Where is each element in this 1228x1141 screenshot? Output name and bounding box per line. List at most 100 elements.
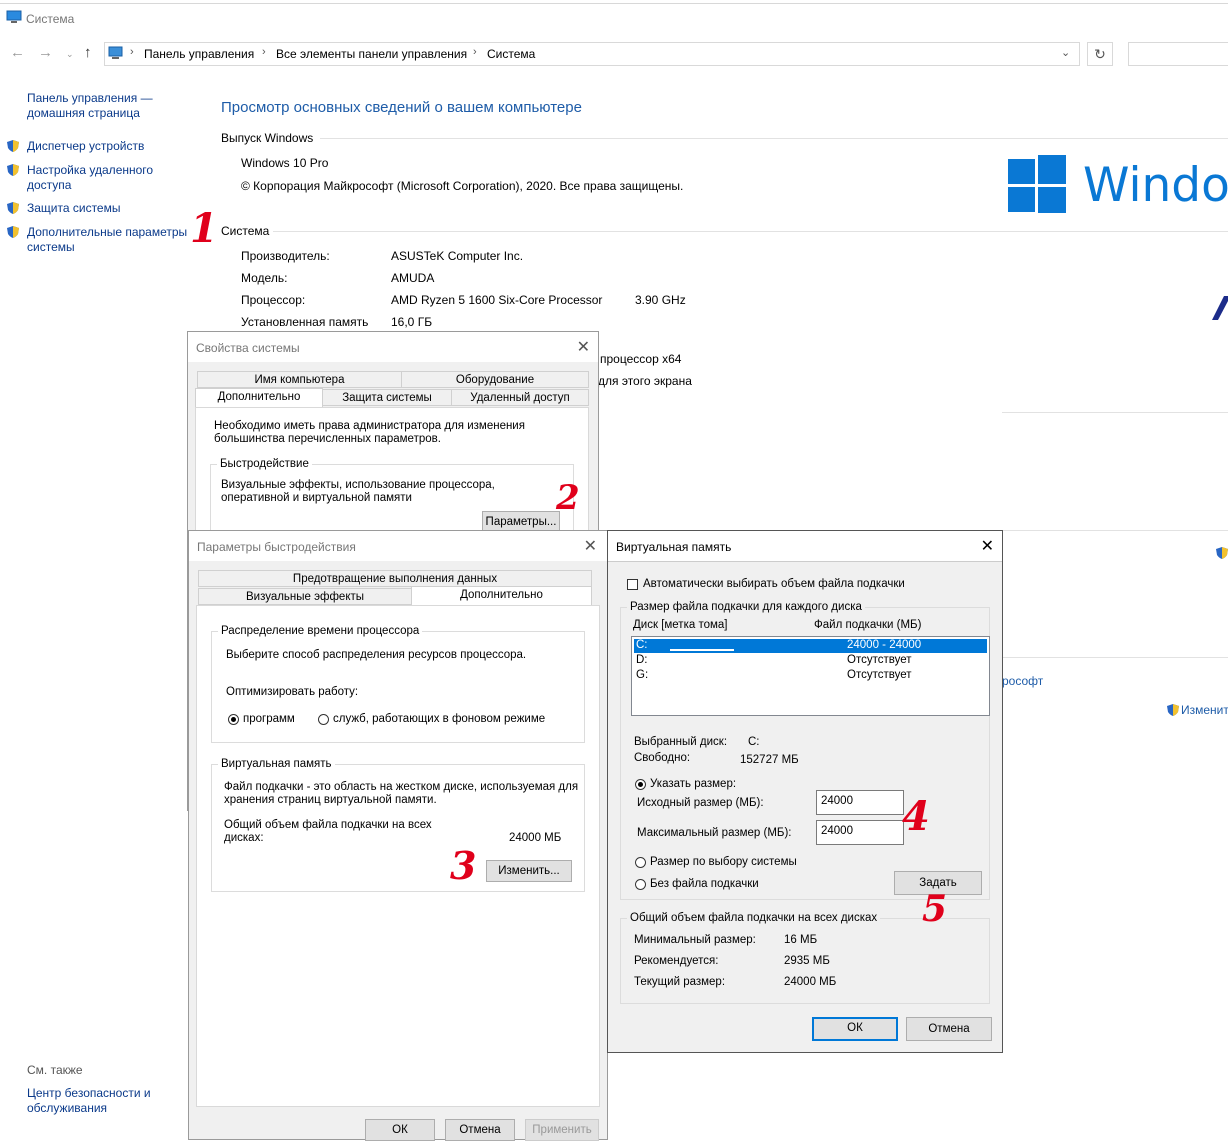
auto-manage-label: Автоматически выбирать объем файла подка… bbox=[643, 578, 905, 590]
drive-letter: C: bbox=[636, 639, 648, 651]
optimize-label: Оптимизировать работу: bbox=[226, 686, 359, 698]
oem-logo-icon bbox=[1212, 296, 1228, 320]
radio-programs[interactable] bbox=[228, 714, 239, 725]
radio-services-label: служб, работающих в фоновом режиме bbox=[333, 713, 546, 725]
edition-header: Выпуск Windows bbox=[221, 131, 314, 145]
initial-size-label: Исходный размер (МБ): bbox=[637, 797, 764, 809]
system-header: Система bbox=[221, 224, 270, 238]
change-key-link[interactable]: Изменить bbox=[1181, 703, 1228, 717]
radio-services[interactable] bbox=[318, 714, 329, 725]
virtual-memory-group: Виртуальная память Файл подкачки - это о… bbox=[211, 758, 585, 892]
microsoft-terms-link[interactable]: рософт bbox=[1002, 674, 1043, 688]
performance-settings-button[interactable]: Параметры... bbox=[482, 511, 560, 532]
sidebar-item-protection[interactable]: Защита системы bbox=[27, 201, 197, 216]
copyright-text: © Корпорация Майкрософт (Microsoft Corpo… bbox=[241, 179, 684, 193]
dialog-title-bar: Виртуальная память ✕ bbox=[608, 531, 1002, 562]
system-type-partial: процессор x64 bbox=[600, 352, 682, 366]
ok-button[interactable]: ОК bbox=[812, 1017, 898, 1041]
page-title: Просмотр основных сведений о вашем компь… bbox=[221, 99, 582, 116]
drive-list[interactable]: C: 24000 - 24000 D: Отсутствует G: Отсут… bbox=[631, 636, 990, 716]
dialog-title: Виртуальная память bbox=[616, 540, 732, 554]
sidebar-item-device-manager[interactable]: Диспетчер устройств bbox=[27, 139, 197, 154]
tab-remote[interactable]: Удаленный доступ bbox=[451, 389, 589, 406]
radio-custom-size[interactable] bbox=[635, 779, 646, 790]
max-size-input[interactable]: 24000 bbox=[816, 820, 904, 845]
tab-panel: Распределение времени процессора Выберит… bbox=[196, 605, 600, 1107]
min-size-value: 16 МБ bbox=[784, 934, 818, 946]
cpu-desc: Выберите способ распределения ресурсов п… bbox=[226, 649, 527, 661]
sidebar-item-advanced[interactable]: Дополнительные параметры системы bbox=[27, 225, 192, 255]
close-icon[interactable]: ✕ bbox=[584, 536, 597, 556]
col-size-header: Файл подкачки (МБ) bbox=[814, 619, 922, 631]
address-dropdown-icon[interactable]: ⌄ bbox=[1061, 46, 1070, 59]
breadcrumb-all-items[interactable]: Все элементы панели управления bbox=[276, 47, 467, 61]
vm-legend: Виртуальная память bbox=[218, 758, 335, 770]
vm-desc: Файл подкачки - это область на жестком д… bbox=[224, 781, 579, 806]
dialog-title-bar: Свойства системы ✕ bbox=[188, 332, 598, 362]
radio-system-managed[interactable] bbox=[635, 857, 646, 868]
sidebar-item-remote[interactable]: Настройка удаленного доступа bbox=[27, 163, 167, 193]
change-vm-button[interactable]: Изменить... bbox=[486, 860, 572, 882]
computer-icon bbox=[6, 10, 22, 23]
ram-value: 16,0 ГБ bbox=[391, 315, 433, 329]
windows-logo-icon bbox=[1008, 155, 1068, 213]
recent-dropdown-icon[interactable]: ⌄ bbox=[66, 49, 74, 60]
sidebar-security-center-link[interactable]: Центр безопасности и обслуживания bbox=[27, 1086, 177, 1116]
search-input[interactable] bbox=[1128, 42, 1228, 66]
initial-size-input[interactable]: 24000 bbox=[816, 790, 904, 815]
apply-button[interactable]: Применить bbox=[525, 1119, 599, 1141]
title-bar: Система bbox=[0, 0, 1228, 36]
tab-hardware[interactable]: Оборудование bbox=[401, 371, 589, 388]
divider bbox=[1002, 657, 1228, 658]
refresh-button[interactable]: ↻ bbox=[1087, 42, 1113, 66]
admin-note: Необходимо иметь права администратора дл… bbox=[214, 420, 525, 445]
annotation-2: 2 bbox=[556, 478, 580, 518]
annotation-5: 5 bbox=[922, 888, 948, 930]
sidebar-home-link[interactable]: Панель управления — домашняя страница bbox=[27, 91, 177, 121]
manufacturer-label: Производитель: bbox=[241, 249, 330, 263]
forward-arrow-icon[interactable]: → bbox=[38, 44, 53, 61]
ram-label: Установленная память bbox=[241, 315, 369, 329]
divider bbox=[320, 138, 1228, 139]
drive-row-selected[interactable]: C: 24000 - 24000 bbox=[634, 639, 987, 653]
cancel-button[interactable]: Отмена bbox=[906, 1017, 992, 1041]
cpu-speed: 3.90 GHz bbox=[635, 293, 686, 307]
tab-advanced[interactable]: Дополнительно bbox=[411, 586, 592, 606]
annotation-1: 1 bbox=[190, 205, 218, 252]
shield-icon bbox=[7, 164, 19, 176]
windows-brand-text: Window bbox=[1083, 158, 1228, 213]
breadcrumb-control-panel[interactable]: Панель управления bbox=[144, 47, 254, 61]
close-icon[interactable]: ✕ bbox=[981, 536, 994, 556]
breadcrumb-sep-icon: › bbox=[473, 46, 477, 58]
cpu-legend: Распределение времени процессора bbox=[218, 625, 423, 637]
tab-system-protection[interactable]: Защита системы bbox=[322, 389, 452, 406]
shield-icon bbox=[1167, 704, 1179, 716]
cancel-button[interactable]: Отмена bbox=[445, 1119, 515, 1141]
divider bbox=[273, 231, 1228, 232]
recommended-label: Рекомендуется: bbox=[634, 955, 719, 967]
breadcrumb-system[interactable]: Система bbox=[487, 47, 535, 61]
dialog-title: Параметры быстродействия bbox=[197, 540, 356, 554]
edition-value: Windows 10 Pro bbox=[241, 156, 329, 170]
annotation-4: 4 bbox=[902, 793, 930, 840]
radio-no-paging[interactable] bbox=[635, 879, 646, 890]
dialog-title: Свойства системы bbox=[196, 341, 300, 355]
drive-letter[interactable]: D: bbox=[636, 654, 648, 666]
selected-disk-value: C: bbox=[748, 736, 760, 748]
radio-no-paging-label: Без файла подкачки bbox=[650, 878, 759, 890]
tab-dep[interactable]: Предотвращение выполнения данных bbox=[198, 570, 592, 587]
up-arrow-icon[interactable]: ↑ bbox=[84, 44, 92, 61]
tab-computer-name[interactable]: Имя компьютера bbox=[197, 371, 402, 388]
close-icon[interactable]: ✕ bbox=[577, 337, 590, 357]
see-also-title: См. также bbox=[27, 1063, 83, 1077]
drive-letter[interactable]: G: bbox=[636, 669, 648, 681]
auto-manage-checkbox[interactable] bbox=[627, 579, 638, 590]
selected-disk-label: Выбранный диск: bbox=[634, 736, 728, 748]
tab-visual-effects[interactable]: Визуальные эффекты bbox=[198, 588, 412, 605]
back-arrow-icon[interactable]: ← bbox=[10, 44, 25, 61]
free-label: Свободно: bbox=[634, 752, 691, 764]
vm-total-label: Общий объем файла подкачки на всех диска… bbox=[224, 819, 432, 844]
tab-advanced[interactable]: Дополнительно bbox=[195, 388, 323, 408]
manufacturer-value: ASUSTeK Computer Inc. bbox=[391, 249, 524, 263]
ok-button[interactable]: ОК bbox=[365, 1119, 435, 1141]
